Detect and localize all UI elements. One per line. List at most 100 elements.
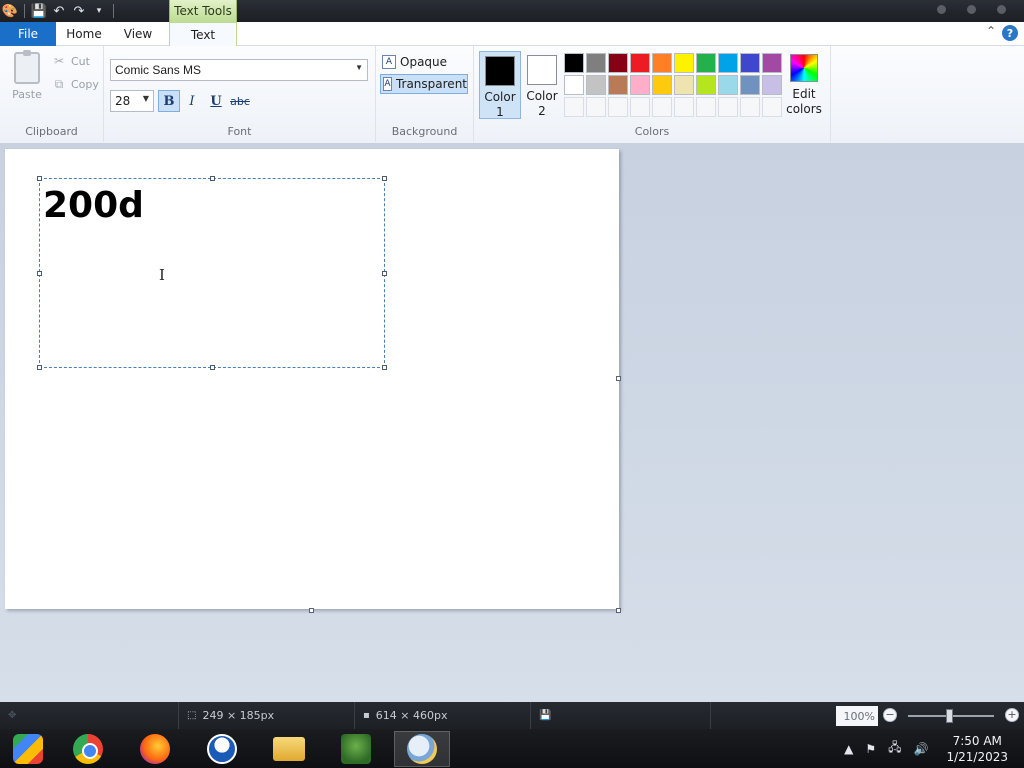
clock[interactable]: 7:50 AM 1/21/2023 bbox=[946, 733, 1008, 765]
tree-icon bbox=[341, 734, 371, 764]
palette-color-swatch[interactable] bbox=[564, 53, 584, 73]
resize-handle[interactable] bbox=[37, 176, 42, 181]
palette-empty-slot[interactable] bbox=[586, 97, 606, 117]
typed-text[interactable]: 200d bbox=[43, 185, 144, 226]
tab-view[interactable]: View bbox=[112, 22, 164, 46]
resize-handle[interactable] bbox=[382, 176, 387, 181]
cut-button[interactable]: ✂ Cut bbox=[52, 54, 90, 68]
qat-separator bbox=[24, 4, 25, 18]
zoom-in-button[interactable]: + bbox=[1005, 708, 1019, 722]
resize-handle[interactable] bbox=[210, 365, 215, 370]
palette-empty-slot[interactable] bbox=[718, 97, 738, 117]
resize-handle[interactable] bbox=[210, 176, 215, 181]
resize-handle[interactable] bbox=[382, 271, 387, 276]
canvas-size-icon: ▪ bbox=[363, 710, 370, 721]
opaque-button[interactable]: A Opaque bbox=[380, 52, 468, 72]
save-icon[interactable]: 💾 bbox=[31, 3, 47, 19]
palette-empty-slot[interactable] bbox=[674, 97, 694, 117]
ribbon: Paste ✂ Cut ⧉ Copy Clipboard Font Comic … bbox=[0, 46, 1024, 144]
minimize-button[interactable] bbox=[937, 5, 946, 14]
taskbar-obama-app[interactable] bbox=[194, 731, 250, 767]
taskbar-firefox[interactable] bbox=[127, 731, 183, 767]
text-box[interactable]: 200d I bbox=[37, 176, 387, 370]
color1-button[interactable]: Color 1 bbox=[479, 51, 521, 119]
palette-color-swatch[interactable] bbox=[608, 75, 628, 95]
flag-icon[interactable]: ⚑ bbox=[865, 742, 876, 756]
font-family-select[interactable]: Comic Sans MS ▼ bbox=[110, 59, 368, 81]
palette-color-swatch[interactable] bbox=[696, 75, 716, 95]
palette-color-swatch[interactable] bbox=[652, 53, 672, 73]
taskbar-tree-app[interactable] bbox=[328, 731, 384, 767]
paste-button[interactable]: Paste bbox=[10, 50, 44, 101]
edit-colors-label: Edit colors bbox=[786, 87, 822, 116]
resize-handle[interactable] bbox=[37, 365, 42, 370]
canvas-resize-handle-right[interactable] bbox=[616, 376, 621, 381]
palette-empty-slot[interactable] bbox=[630, 97, 650, 117]
network-icon[interactable]: 🖧 bbox=[888, 738, 901, 759]
palette-empty-slot[interactable] bbox=[762, 97, 782, 117]
palette-color-swatch[interactable] bbox=[762, 75, 782, 95]
palette-color-swatch[interactable] bbox=[652, 75, 672, 95]
copy-button[interactable]: ⧉ Copy bbox=[52, 77, 99, 92]
paint-app-icon[interactable]: 🎨 bbox=[2, 3, 18, 19]
resize-handle[interactable] bbox=[382, 365, 387, 370]
help-icon[interactable]: ? bbox=[1002, 25, 1018, 41]
italic-button[interactable]: I bbox=[181, 90, 203, 112]
color1-label: Color 1 bbox=[484, 90, 516, 119]
maximize-button[interactable] bbox=[967, 5, 976, 14]
palette-color-swatch[interactable] bbox=[630, 75, 650, 95]
font-size-select[interactable]: 28 ▼ bbox=[110, 90, 154, 112]
customize-qat-icon[interactable]: ▾ bbox=[91, 3, 107, 19]
show-hidden-icons[interactable]: ▲ bbox=[844, 742, 853, 756]
edit-colors-button[interactable]: Edit colors bbox=[785, 54, 823, 117]
transparent-button[interactable]: A Transparent bbox=[380, 74, 468, 94]
palette-color-swatch[interactable] bbox=[674, 53, 694, 73]
palette-empty-slot[interactable] bbox=[608, 97, 628, 117]
palette-color-swatch[interactable] bbox=[718, 53, 738, 73]
canvas-resize-handle-bottom[interactable] bbox=[309, 608, 314, 613]
opaque-icon: A bbox=[382, 55, 396, 69]
palette-color-swatch[interactable] bbox=[608, 53, 628, 73]
zoom-out-button[interactable]: − bbox=[883, 708, 897, 722]
redo-icon[interactable]: ↷ bbox=[71, 3, 87, 19]
undo-icon[interactable]: ↶ bbox=[51, 3, 67, 19]
color2-button[interactable]: Color 2 bbox=[521, 51, 563, 119]
font-size-value: 28 bbox=[115, 94, 131, 108]
drawing-canvas[interactable]: 200d I bbox=[5, 149, 619, 609]
palette-color-swatch[interactable] bbox=[674, 75, 694, 95]
palette-empty-slot[interactable] bbox=[696, 97, 716, 117]
palette-color-swatch[interactable] bbox=[718, 75, 738, 95]
taskbar-paint[interactable] bbox=[394, 731, 450, 767]
tab-text[interactable]: Text bbox=[169, 22, 237, 47]
collapse-ribbon-icon[interactable]: ⌃ bbox=[986, 24, 996, 38]
bold-button[interactable]: B bbox=[158, 90, 180, 112]
opaque-label: Opaque bbox=[400, 55, 448, 69]
canvas-resize-handle-corner[interactable] bbox=[616, 608, 621, 613]
text-tools-context-label: Text Tools bbox=[169, 0, 237, 22]
palette-color-swatch[interactable] bbox=[564, 75, 584, 95]
palette-empty-slot[interactable] bbox=[564, 97, 584, 117]
palette-color-swatch[interactable] bbox=[740, 53, 760, 73]
palette-color-swatch[interactable] bbox=[696, 53, 716, 73]
palette-color-swatch[interactable] bbox=[740, 75, 760, 95]
selection-icon: ⬚ bbox=[187, 710, 197, 721]
palette-color-swatch[interactable] bbox=[762, 53, 782, 73]
taskbar-start-app[interactable] bbox=[0, 731, 56, 767]
palette-color-swatch[interactable] bbox=[586, 75, 606, 95]
palette-empty-slot[interactable] bbox=[740, 97, 760, 117]
strikethrough-button[interactable]: abc bbox=[229, 90, 251, 112]
palette-empty-slot[interactable] bbox=[652, 97, 672, 117]
underline-button[interactable]: U bbox=[205, 90, 227, 112]
palette-color-swatch[interactable] bbox=[586, 53, 606, 73]
taskbar-file-explorer[interactable] bbox=[261, 731, 317, 767]
tab-file[interactable]: File bbox=[0, 22, 56, 46]
resize-handle[interactable] bbox=[37, 271, 42, 276]
colors-group-label: Colors bbox=[634, 125, 670, 138]
close-button[interactable] bbox=[997, 5, 1006, 14]
disk-icon: 💾 bbox=[539, 710, 552, 721]
zoom-slider-thumb[interactable] bbox=[946, 709, 953, 723]
tab-home[interactable]: Home bbox=[58, 22, 110, 46]
palette-color-swatch[interactable] bbox=[630, 53, 650, 73]
volume-icon[interactable]: 🔊 bbox=[914, 742, 929, 756]
taskbar-chrome[interactable] bbox=[60, 731, 116, 767]
